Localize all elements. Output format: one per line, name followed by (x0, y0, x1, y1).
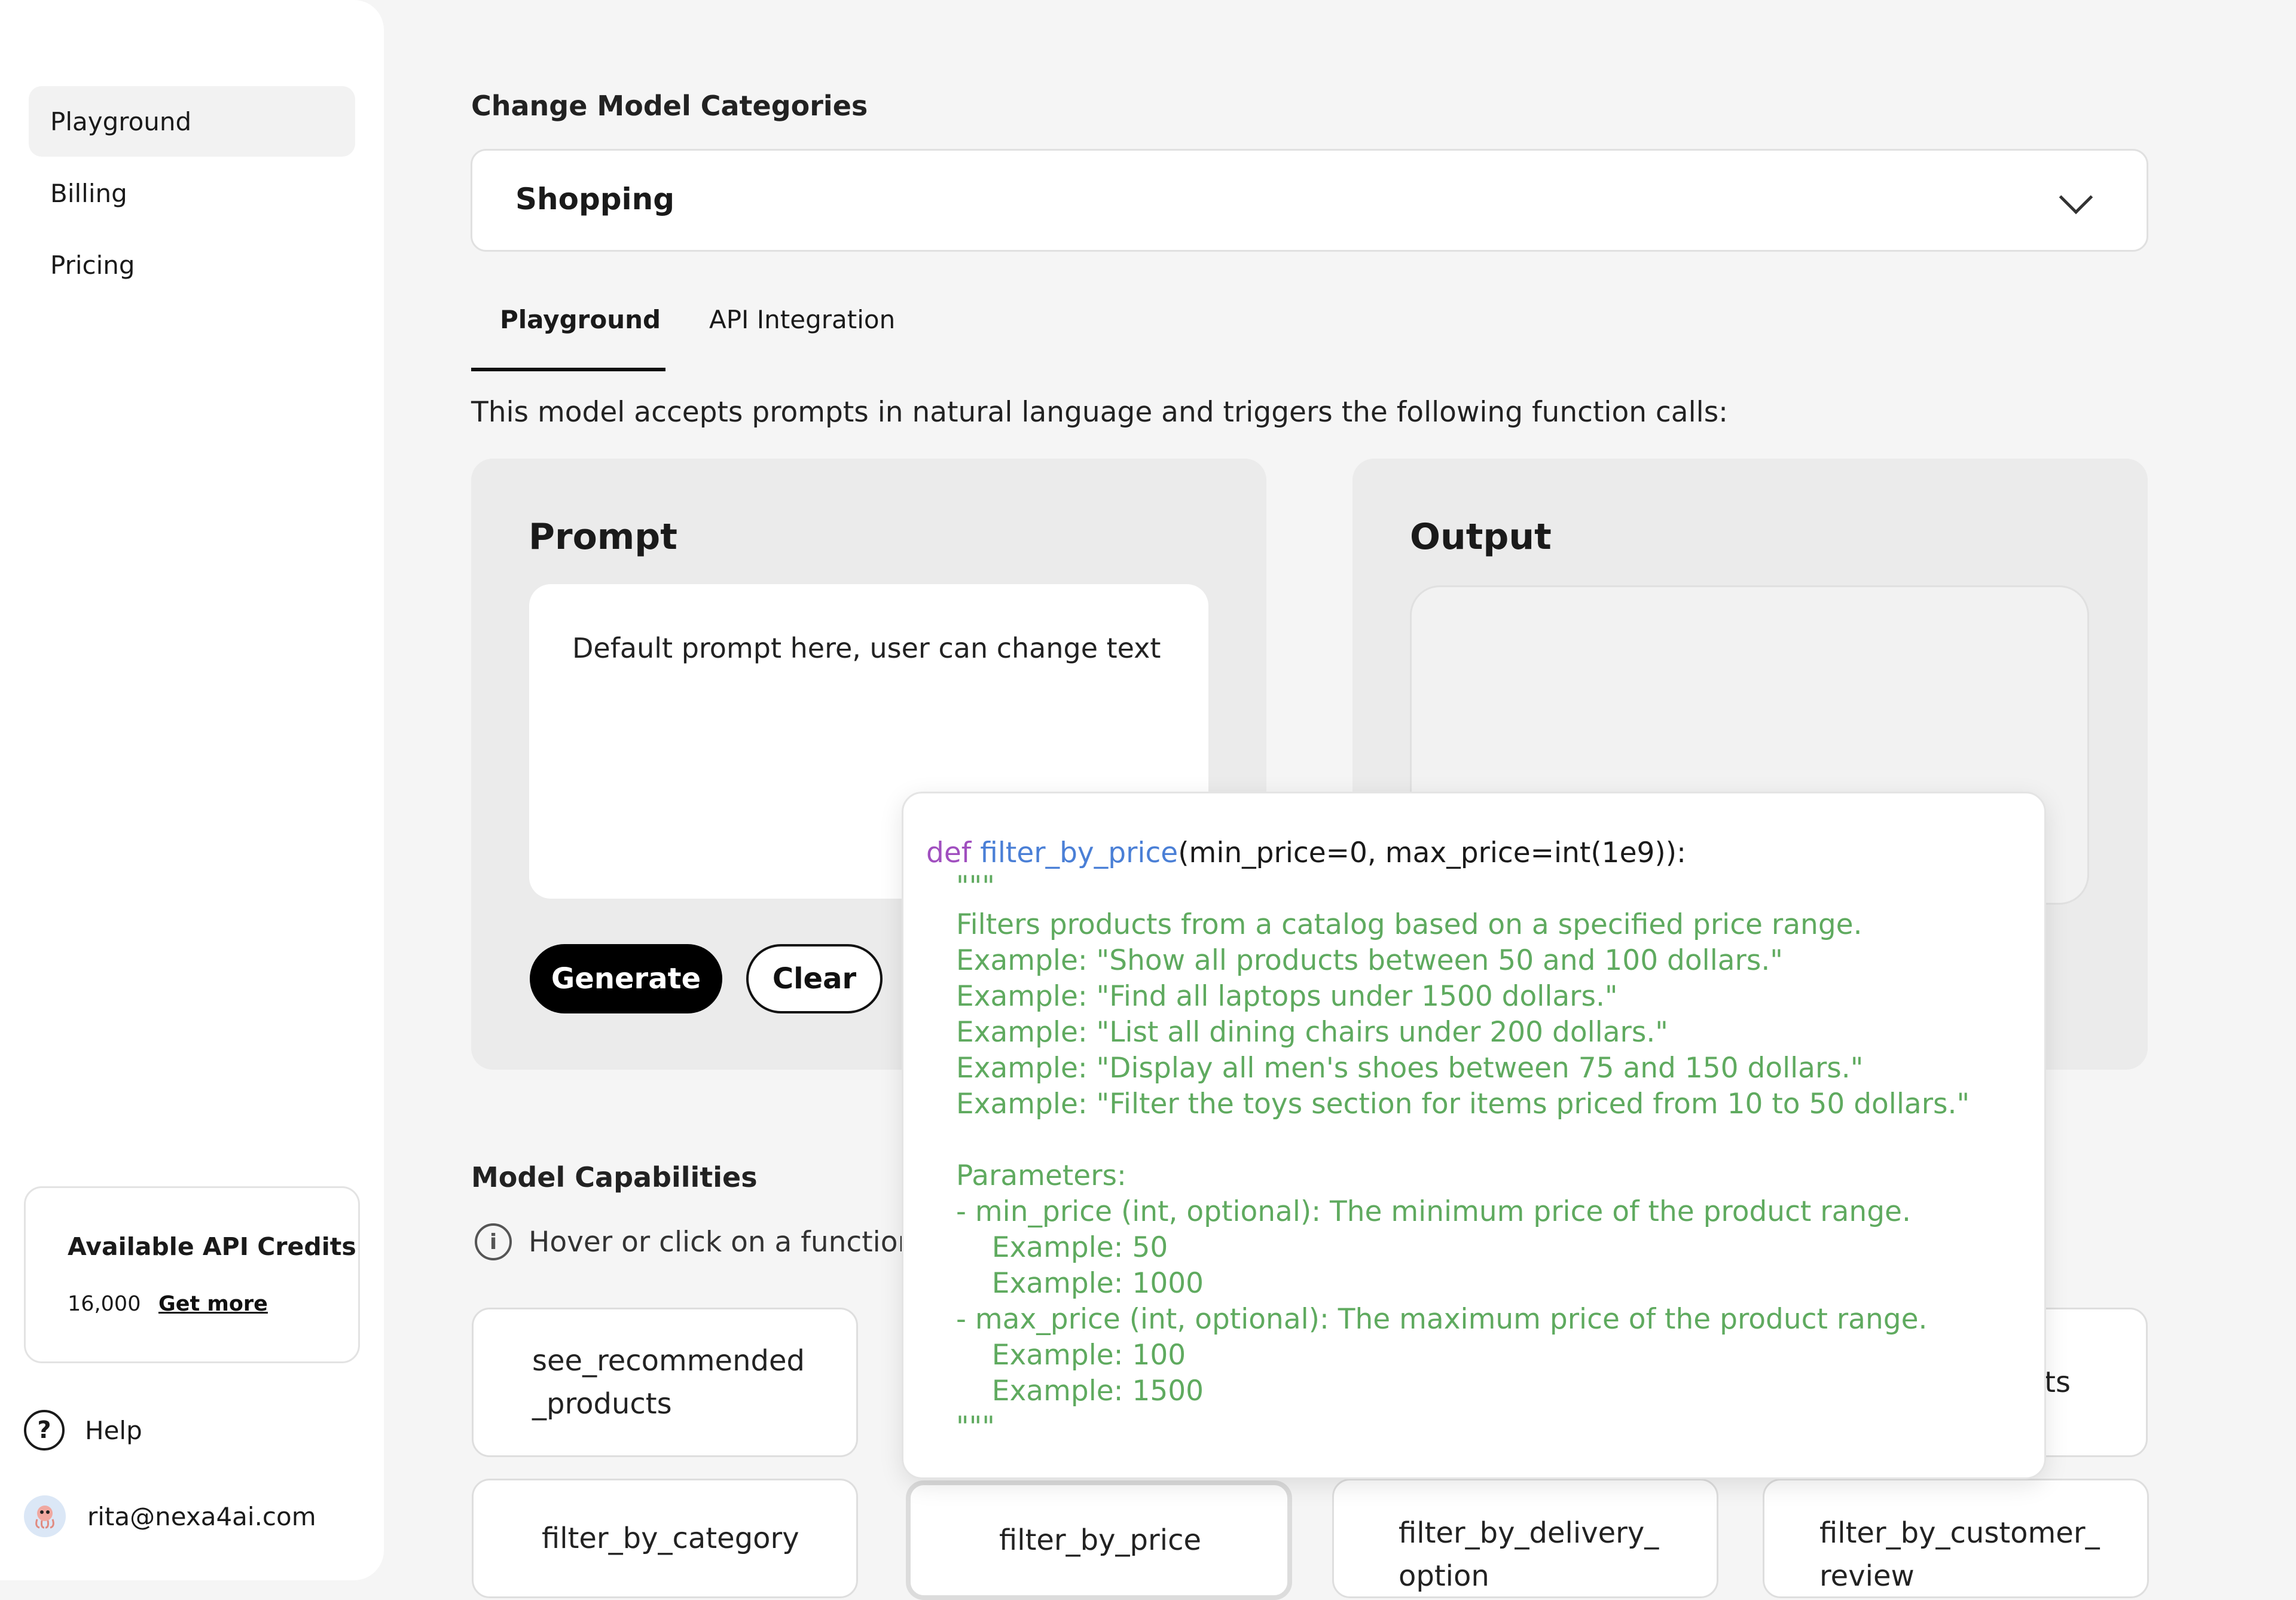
category-heading: Change Model Categories (471, 90, 868, 122)
docstring-line: Example: 100 (956, 1339, 1186, 1372)
user-account[interactable]: rita@nexa4ai.com (24, 1492, 316, 1540)
docstring-line: Example: "Find all laptops under 1500 do… (956, 980, 1618, 1013)
generate-button[interactable]: Generate (530, 944, 722, 1013)
info-icon: i (475, 1223, 512, 1260)
docstring-line: Example: "Filter the toys section for it… (956, 1088, 1970, 1120)
category-selected-value: Shopping (515, 182, 675, 216)
capability-label-line2: review (1819, 1559, 1915, 1593)
help-label: Help (85, 1415, 142, 1445)
get-more-link[interactable]: Get more (158, 1292, 268, 1316)
docstring-line: Example: 50 (956, 1231, 1168, 1264)
sidebar: Playground Billing Pricing Available API… (0, 0, 384, 1580)
docstring-line: Example: "Display all men's shoes betwee… (956, 1052, 1864, 1085)
function-tooltip: def filter_by_price(min_price=0, max_pri… (902, 792, 2046, 1479)
sidebar-item-pricing[interactable]: Pricing (29, 230, 355, 300)
capability-label-line2: option (1399, 1559, 1489, 1593)
code-signature-params: (min_price=0, max_price=int(1e9)): (1178, 836, 1686, 869)
docstring-line: Parameters: (956, 1159, 1126, 1192)
sidebar-item-billing[interactable]: Billing (29, 158, 355, 228)
capability-see-recommended-products[interactable]: see_recommended _products (472, 1308, 858, 1457)
code-keyword: def (926, 836, 972, 869)
capability-label: filter_by_price (999, 1523, 1201, 1557)
octopus-avatar-icon (24, 1495, 66, 1537)
capabilities-hint-text: Hover or click on a function t (529, 1225, 936, 1259)
sidebar-item-playground[interactable]: Playground (29, 86, 355, 157)
chevron-down-icon (2059, 180, 2093, 215)
credits-title: Available API Credits (68, 1232, 356, 1261)
model-description: This model accepts prompts in natural la… (471, 396, 1729, 429)
capabilities-heading: Model Capabilities (471, 1161, 758, 1193)
capability-label-line1: see_recommended (532, 1344, 805, 1378)
user-email: rita@nexa4ai.com (87, 1501, 316, 1531)
code-function-name: filter_by_price (980, 836, 1178, 869)
api-credits-card: Available API Credits 16,000 Get more (24, 1186, 360, 1363)
capability-filter-by-price[interactable]: filter_by_price (906, 1480, 1292, 1600)
credits-amount: 16,000 (68, 1292, 141, 1316)
docstring-line: Example: "Show all products between 50 a… (956, 944, 1783, 977)
docstring-line: Example: 1500 (956, 1375, 1204, 1407)
docstring-line: - min_price (int, optional): The minimum… (956, 1195, 1911, 1228)
docstring-line: Example: "List all dining chairs under 2… (956, 1016, 1668, 1049)
docstring-line: - max_price (int, optional): The maximum… (956, 1303, 1928, 1336)
docstring-line: """ (956, 870, 995, 903)
category-select[interactable]: Shopping (471, 149, 2148, 252)
prompt-title: Prompt (529, 516, 677, 558)
prompt-text: Default prompt here, user can change tex… (572, 632, 1161, 664)
output-title: Output (1410, 516, 1552, 558)
capability-label: filter_by_category (542, 1522, 799, 1555)
capabilities-hint: i Hover or click on a function t (475, 1223, 936, 1260)
capability-filter-by-customer-review[interactable]: filter_by_customer_ review (1763, 1479, 2149, 1598)
function-signature: def filter_by_price(min_price=0, max_pri… (926, 836, 1686, 869)
help-link[interactable]: ? Help (24, 1406, 142, 1454)
active-tab-indicator (471, 368, 665, 371)
capability-filter-by-category[interactable]: filter_by_category (472, 1479, 858, 1598)
capability-label-line1: filter_by_delivery_ (1399, 1516, 1659, 1550)
question-circle-icon: ? (24, 1410, 65, 1451)
docstring-line: """ (956, 1410, 995, 1443)
docstring-line: Filters products from a catalog based on… (956, 908, 1863, 941)
clear-button[interactable]: Clear (746, 944, 883, 1013)
capability-filter-by-delivery-option[interactable]: filter_by_delivery_ option (1332, 1479, 1718, 1598)
tab-playground[interactable]: Playground (500, 305, 661, 334)
docstring-line: Example: 1000 (956, 1267, 1204, 1300)
tab-api-integration[interactable]: API Integration (709, 305, 895, 334)
capability-label-line1: filter_by_customer_ (1819, 1516, 2100, 1550)
capability-label-line2: _products (532, 1387, 672, 1421)
